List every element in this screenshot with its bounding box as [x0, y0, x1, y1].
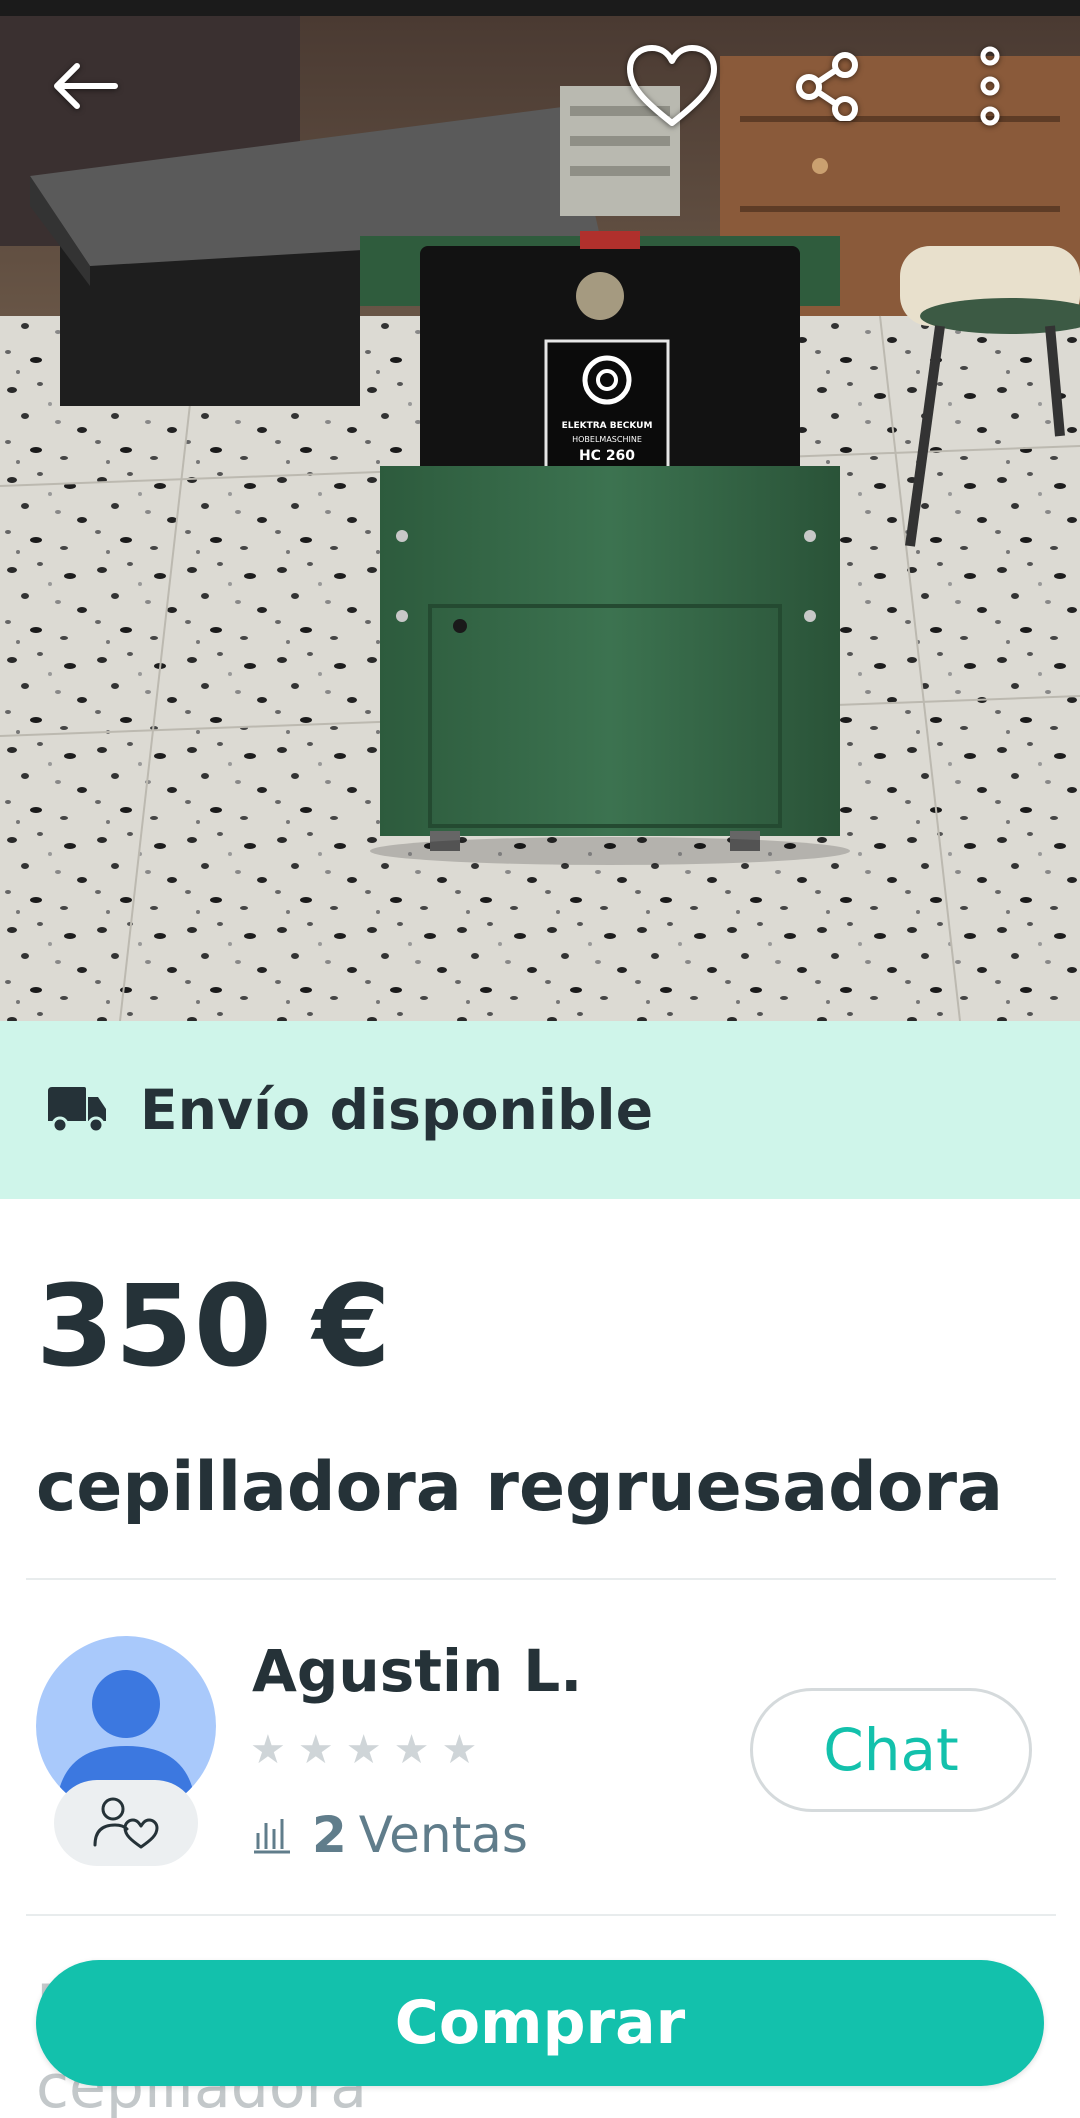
- status-bar: [0, 0, 1080, 16]
- star-icon: ★: [297, 1727, 334, 1773]
- star-icon: ★: [441, 1727, 478, 1773]
- heart-icon: [627, 45, 717, 126]
- star-icon: ★: [250, 1727, 286, 1773]
- truck-icon: [48, 1087, 106, 1134]
- star-icon: ★: [393, 1727, 430, 1773]
- arrow-left-icon: [54, 63, 118, 109]
- share-icon: [796, 52, 858, 121]
- product-photo-illustration: ELEKTRA BECKUM HOBELMASCHINE HC 260: [0, 16, 1080, 1021]
- seller-name[interactable]: Agustin L.: [252, 1636, 582, 1706]
- chat-button[interactable]: Chat: [750, 1688, 1032, 1812]
- star-icon: ★: [345, 1727, 382, 1773]
- sales-count: 2: [312, 1806, 347, 1864]
- favorite-button[interactable]: [624, 38, 720, 134]
- divider: [26, 1914, 1056, 1916]
- back-button[interactable]: [36, 38, 132, 134]
- sales-label: Ventas: [358, 1806, 528, 1864]
- brand-plate-line1: ELEKTRA BECKUM: [562, 421, 653, 431]
- product-detail-screen: ELEKTRA BECKUM HOBELMASCHINE HC 260 Enví…: [0, 0, 1080, 2118]
- seller-badge: [54, 1780, 198, 1866]
- more-options-button[interactable]: [942, 38, 1038, 134]
- seller-rating: ★ ★ ★ ★ ★: [250, 1726, 477, 1774]
- user-heart-icon: [93, 1797, 159, 1849]
- product-price: 350 €: [36, 1262, 392, 1392]
- more-vertical-icon: [980, 46, 1000, 126]
- product-photo[interactable]: ELEKTRA BECKUM HOBELMASCHINE HC 260: [0, 16, 1080, 1021]
- bar-chart-icon: [254, 1819, 290, 1854]
- product-title: cepilladora regruesadora: [36, 1448, 1003, 1527]
- shipping-label: Envío disponible: [140, 1078, 654, 1142]
- brand-plate-line2: HOBELMASCHINE: [572, 435, 642, 444]
- brand-plate-line3: HC 260: [579, 448, 635, 464]
- seller-sales: 2 Ventas: [252, 1806, 528, 1864]
- shipping-banner: Envío disponible: [0, 1021, 1080, 1199]
- buy-button[interactable]: Comprar: [36, 1960, 1044, 2086]
- divider: [26, 1578, 1056, 1580]
- share-button[interactable]: [780, 38, 876, 134]
